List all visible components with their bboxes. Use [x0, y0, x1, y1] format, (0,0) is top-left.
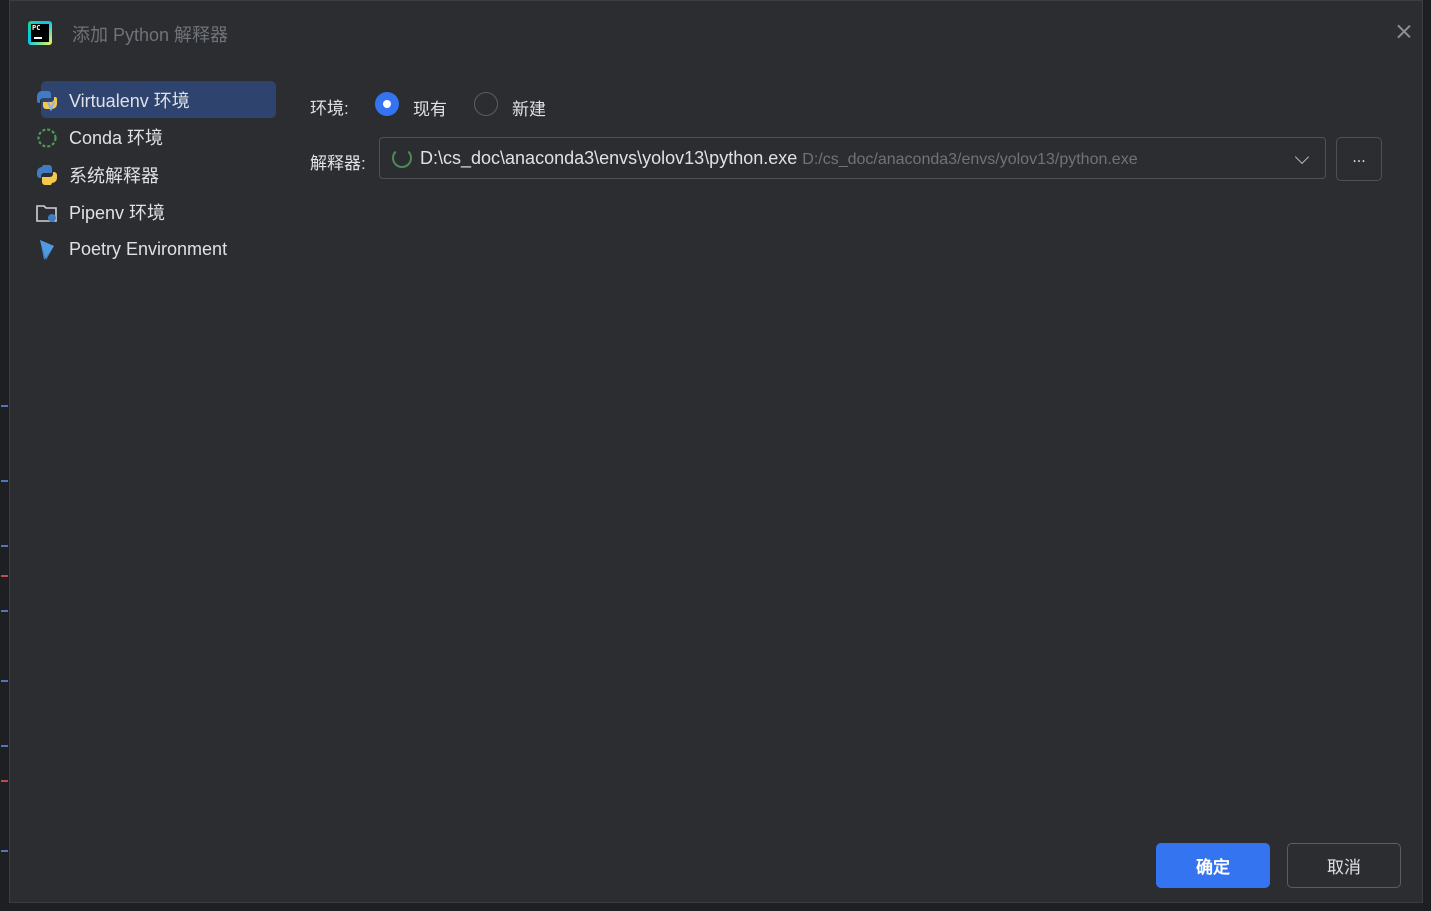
sidebar-item-label: Conda 环境 — [69, 128, 164, 149]
interpreter-type-list: Virtualenv 环境 Conda 环境 系统解释器 Pipenv 环境 P… — [35, 81, 277, 269]
add-interpreter-dialog: PC 添加 Python 解释器 Virtualenv 环境 Conda 环境 — [9, 0, 1423, 903]
interpreter-dropdown[interactable]: D:\cs_doc\anaconda3\envs\yolov13\python.… — [379, 137, 1326, 179]
sidebar-item-label: Pipenv 环境 — [69, 203, 166, 224]
background-mark — [1, 405, 8, 407]
sidebar-item-label: Poetry Environment — [69, 239, 228, 260]
background-mark — [1, 545, 8, 547]
radio-new-label[interactable]: 新建 — [512, 95, 546, 120]
background-mark — [1, 680, 8, 682]
dialog-title: 添加 Python 解释器 — [72, 25, 229, 45]
sidebar-item-virtualenv[interactable]: Virtualenv 环境 — [37, 81, 276, 118]
radio-existing-label[interactable]: 现有 — [413, 95, 447, 120]
background-mark — [1, 575, 8, 577]
browse-button[interactable]: ... — [1336, 137, 1382, 181]
chevron-down-icon[interactable] — [1294, 149, 1310, 165]
background-right-strip — [1423, 0, 1431, 911]
background-mark — [1, 780, 8, 782]
background-mark — [1, 850, 8, 852]
interpreter-path-hint: D:/cs_doc/anaconda3/envs/yolov13/python.… — [802, 151, 1138, 168]
sidebar-item-label: 系统解释器 — [69, 165, 159, 186]
close-icon[interactable] — [1396, 23, 1412, 39]
sidebar-item-pipenv[interactable]: Pipenv 环境 — [35, 194, 277, 231]
sidebar-item-label: Virtualenv 环境 — [69, 90, 190, 111]
radio-existing[interactable] — [375, 92, 399, 116]
sidebar-item-system[interactable]: 系统解释器 — [35, 156, 277, 193]
pycharm-logo-icon: PC — [28, 21, 52, 45]
cancel-button[interactable]: 取消 — [1287, 843, 1401, 888]
background-editor-strip — [0, 0, 9, 911]
sidebar-item-conda[interactable]: Conda 环境 — [35, 119, 277, 156]
loading-spinner-icon — [392, 148, 412, 168]
background-mark — [1, 610, 8, 612]
pipenv-folder-icon — [36, 204, 57, 222]
interpreter-label: 解释器: — [310, 154, 366, 173]
python-icon — [37, 165, 57, 186]
radio-new[interactable] — [474, 92, 498, 116]
interpreter-value: D:\cs_doc\anaconda3\envs\yolov13\python.… — [420, 148, 1138, 168]
dialog-titlebar[interactable]: PC 添加 Python 解释器 — [10, 1, 1422, 63]
poetry-icon — [40, 240, 54, 261]
background-mark — [1, 745, 8, 747]
sidebar-item-poetry[interactable]: Poetry Environment — [35, 231, 277, 268]
ok-button[interactable]: 确定 — [1156, 843, 1270, 888]
virtualenv-icon — [37, 91, 57, 111]
environment-label: 环境: — [310, 99, 349, 118]
dialog-body: Virtualenv 环境 Conda 环境 系统解释器 Pipenv 环境 P… — [10, 63, 1422, 902]
background-mark — [1, 480, 8, 482]
background-bottom-strip — [0, 903, 1431, 911]
conda-icon — [37, 127, 57, 148]
